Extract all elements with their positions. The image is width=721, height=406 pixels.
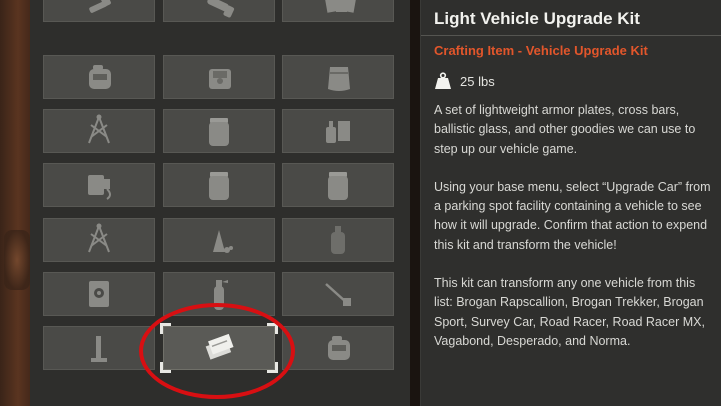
inventory-grid — [30, 0, 410, 406]
bottle-icon — [331, 226, 345, 254]
safe-icon — [89, 281, 109, 307]
tripod-tools-icon — [88, 223, 110, 253]
inventory-slot[interactable] — [163, 272, 275, 316]
inventory-slot[interactable] — [282, 55, 394, 99]
inventory-slot[interactable] — [43, 0, 155, 22]
inventory-slot[interactable] — [43, 218, 155, 262]
weight-row: 25 lbs — [434, 72, 711, 90]
inventory-slot[interactable] — [43, 163, 155, 207]
weight-icon — [435, 72, 451, 89]
inventory-slot[interactable] — [163, 55, 275, 99]
tripod-tools-icon — [88, 114, 110, 144]
jar-icon — [209, 172, 229, 200]
item-detail-panel: Light Vehicle Upgrade Kit Crafting Item … — [420, 0, 721, 406]
item-title: Light Vehicle Upgrade Kit — [434, 9, 640, 28]
jar-icon — [328, 172, 348, 200]
selection-corner — [267, 362, 278, 373]
gadget-icon — [88, 175, 111, 200]
inventory-slot[interactable] — [43, 109, 155, 153]
inventory-slot[interactable] — [163, 109, 275, 153]
supply-bag-icon — [209, 69, 231, 89]
drill-icon — [91, 336, 107, 362]
description-paragraph: A set of lightweight armor plates, cross… — [434, 103, 696, 156]
inventory-slot-selected[interactable] — [160, 323, 278, 373]
inventory-slot[interactable] — [43, 326, 155, 370]
vehicle-upgrade-kit-icon — [205, 333, 234, 360]
inventory-slot[interactable] — [282, 109, 394, 153]
jar-icon — [209, 118, 229, 146]
inventory-slot[interactable] — [163, 163, 275, 207]
item-weight: 25 lbs — [460, 73, 495, 89]
inventory-slot[interactable] — [43, 55, 155, 99]
description-paragraph: This kit can transform any one vehicle f… — [434, 276, 705, 348]
inventory-slot[interactable] — [282, 163, 394, 207]
ammo-pile-icon — [213, 230, 233, 253]
inventory-slot[interactable] — [43, 272, 155, 316]
inventory-slot[interactable] — [282, 326, 394, 370]
generator-icon — [328, 336, 350, 360]
panel-divider — [410, 0, 420, 406]
generator-icon — [89, 65, 111, 89]
tool-icon — [325, 283, 351, 306]
inventory-slot[interactable] — [282, 218, 394, 262]
item-category: Crafting Item - Vehicle Upgrade Kit — [434, 43, 648, 58]
selection-corner — [160, 323, 171, 334]
chemicals-icon — [326, 121, 350, 143]
fire-extinguisher-icon — [214, 280, 228, 310]
inventory-slot[interactable] — [163, 218, 275, 262]
description-paragraph: Using your base menu, select “Upgrade Ca… — [434, 179, 711, 252]
inventory-slot[interactable] — [163, 0, 275, 22]
selection-corner — [160, 362, 171, 373]
inventory-slot[interactable] — [282, 272, 394, 316]
flashlight-icon — [207, 0, 235, 18]
sack-icon — [328, 67, 350, 91]
title-divider — [421, 35, 721, 36]
bolt-icon — [89, 0, 111, 13]
seed-packets-icon — [324, 0, 357, 13]
item-description: A set of lightweight armor plates, cross… — [434, 101, 711, 351]
inventory-slot[interactable] — [282, 0, 394, 22]
selection-corner — [267, 323, 278, 334]
